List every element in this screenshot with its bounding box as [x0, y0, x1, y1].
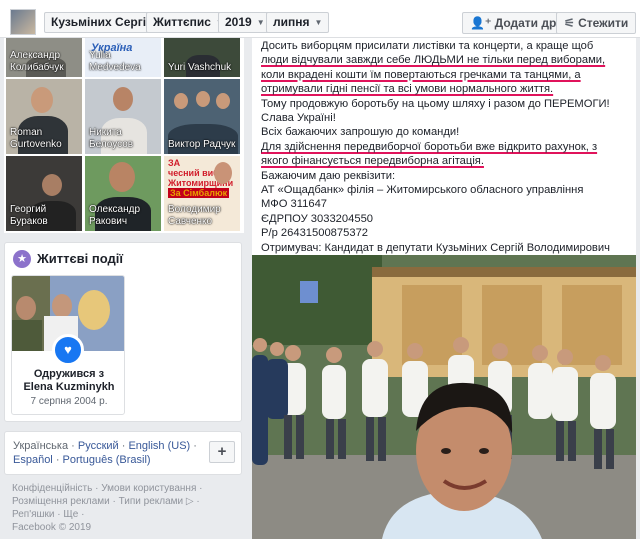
- friend-tile[interactable]: ЗА чесний вибір Житомирщини За Сімбалюк …: [164, 156, 240, 231]
- post-line: Всіх бажаючих запрошую до команди!: [261, 126, 460, 139]
- footer-line[interactable]: Розміщення реклами · Типи реклами ▷ ·: [12, 495, 240, 508]
- year-label: 2019: [225, 15, 252, 29]
- chronicle-label: Життєпис: [153, 15, 211, 29]
- add-friend-icon: 👤⁺: [470, 16, 492, 30]
- event-date: 7 серпня 2004 р.: [30, 396, 108, 407]
- friend-name: Александр Колибабчук: [10, 50, 64, 73]
- copyright: Facebook © 2019: [12, 522, 92, 533]
- post-line: МФО 311647: [261, 198, 328, 211]
- friend-tile[interactable]: Никита Белоусов: [85, 79, 161, 154]
- friend-name: Yuri Vashchuk: [168, 62, 232, 73]
- friends-grid: Александр Колибабчук Україна Yulia Medve…: [4, 38, 244, 233]
- post-line-highlighted: коли вкрадені кошти їм повертаються греч…: [261, 68, 581, 81]
- footer-line[interactable]: Конфіденційність · Умови користування ·: [12, 482, 240, 495]
- profile-avatar[interactable]: [10, 9, 36, 35]
- language-list: Українська · Русский · English (US) · Es…: [13, 440, 197, 466]
- footer-links: Конфіденційність · Умови користування · …: [12, 482, 240, 534]
- friend-name: Никита Белоусов: [89, 127, 134, 150]
- life-events-title: Життєві події: [37, 251, 124, 266]
- post-line-highlighted: отримували гідні пенсії та всі умови нор…: [261, 83, 554, 96]
- language-selector-card: Українська · Русский · English (US) · Es…: [4, 431, 242, 475]
- friend-name: Yulia Medvedeva: [89, 50, 141, 73]
- language-link[interactable]: Español: [13, 454, 53, 466]
- post-line-highlighted: Для здійснення передвиборчої боротьби вж…: [261, 140, 598, 153]
- post-line: Досить виборцям присилати листівки та ко…: [261, 40, 594, 52]
- follow-label: Стежити: [578, 16, 629, 30]
- add-language-button[interactable]: +: [209, 441, 235, 463]
- heart-icon: ♥: [52, 334, 84, 366]
- year-dropdown[interactable]: 2019 ▼: [218, 12, 272, 33]
- friend-name: Георгий Бураков: [10, 204, 48, 227]
- plus-icon: +: [217, 443, 227, 460]
- footer-line[interactable]: Реп'яшки · Ще ·: [12, 508, 240, 521]
- post-line-highlighted: якого фінансується передвиборна агітація…: [261, 155, 484, 168]
- post-line-highlighted: люди відчували завжди себе ЛЮДЬМИ не тіл…: [261, 54, 606, 67]
- friend-tile[interactable]: Roman Gurtovenko: [6, 79, 82, 154]
- profile-name: Кузьміних Сергій: [51, 15, 154, 29]
- friend-tile[interactable]: Александр Колибабчук: [6, 38, 82, 77]
- profile-name-crumb[interactable]: Кузьміних Сергій: [44, 12, 161, 33]
- timeline-navigation-bar: Кузьміних Сергій Життєпис▼ 2019▼ липня▼ …: [0, 0, 640, 38]
- friend-name: Олександр Ракович: [89, 204, 141, 227]
- post-line: Тому продовжую боротьбу на цьому шляху і…: [261, 97, 610, 110]
- friend-name: Виктор Радчук: [168, 139, 236, 150]
- language-link[interactable]: Русский: [78, 440, 119, 452]
- post-photo[interactable]: [252, 255, 636, 539]
- friend-tile[interactable]: Георгий Бураков: [6, 156, 82, 231]
- post-line: ЄДРПОУ 3033204550: [261, 212, 374, 225]
- life-event-card[interactable]: ♥ Одружився з Elena Kuzminykh 7 серпня 2…: [11, 275, 125, 415]
- chevron-down-icon: ▼: [256, 18, 265, 27]
- star-icon: ★: [13, 250, 31, 268]
- friend-name: Володимир Савченко: [168, 204, 221, 227]
- post-line: Бажаючим даю реквізити:: [261, 169, 396, 182]
- group-photo-image: [252, 255, 636, 539]
- friend-tile[interactable]: Yuri Vashchuk: [164, 38, 240, 77]
- post-line: АТ «Ощадбанк» філія – Житомирського обла…: [261, 184, 584, 197]
- rss-icon: ⚟: [564, 16, 575, 30]
- post-text: Досить виборцям присилати листівки та ко…: [261, 39, 631, 255]
- chevron-down-icon: ▼: [314, 18, 323, 27]
- friend-tile[interactable]: Україна Yulia Medvedeva: [85, 38, 161, 77]
- language-link[interactable]: Português (Brasil): [63, 454, 151, 466]
- post-line: Р/р 26431500875372: [261, 227, 369, 240]
- post-line: Отримувач: Кандидат в депутати Кузьміних…: [261, 241, 610, 254]
- event-title: Одружився з Elena Kuzminykh: [23, 368, 115, 393]
- language-link[interactable]: English (US): [128, 440, 190, 452]
- friend-tile[interactable]: Виктор Радчук: [164, 79, 240, 154]
- post-line: Слава Україні!: [261, 112, 336, 125]
- follow-button[interactable]: ⚟ Стежити: [556, 12, 637, 34]
- post-card: Досить виборцям присилати листівки та ко…: [252, 38, 636, 539]
- month-label: липня: [273, 15, 310, 29]
- life-events-card: ★ Життєві події ♥ Одружився з Elena Kuzm…: [4, 242, 242, 422]
- friend-name: Roman Gurtovenko: [10, 127, 62, 150]
- language-current: Українська: [13, 440, 69, 452]
- friend-tile[interactable]: Олександр Ракович: [85, 156, 161, 231]
- month-dropdown[interactable]: липня ▼: [266, 12, 330, 33]
